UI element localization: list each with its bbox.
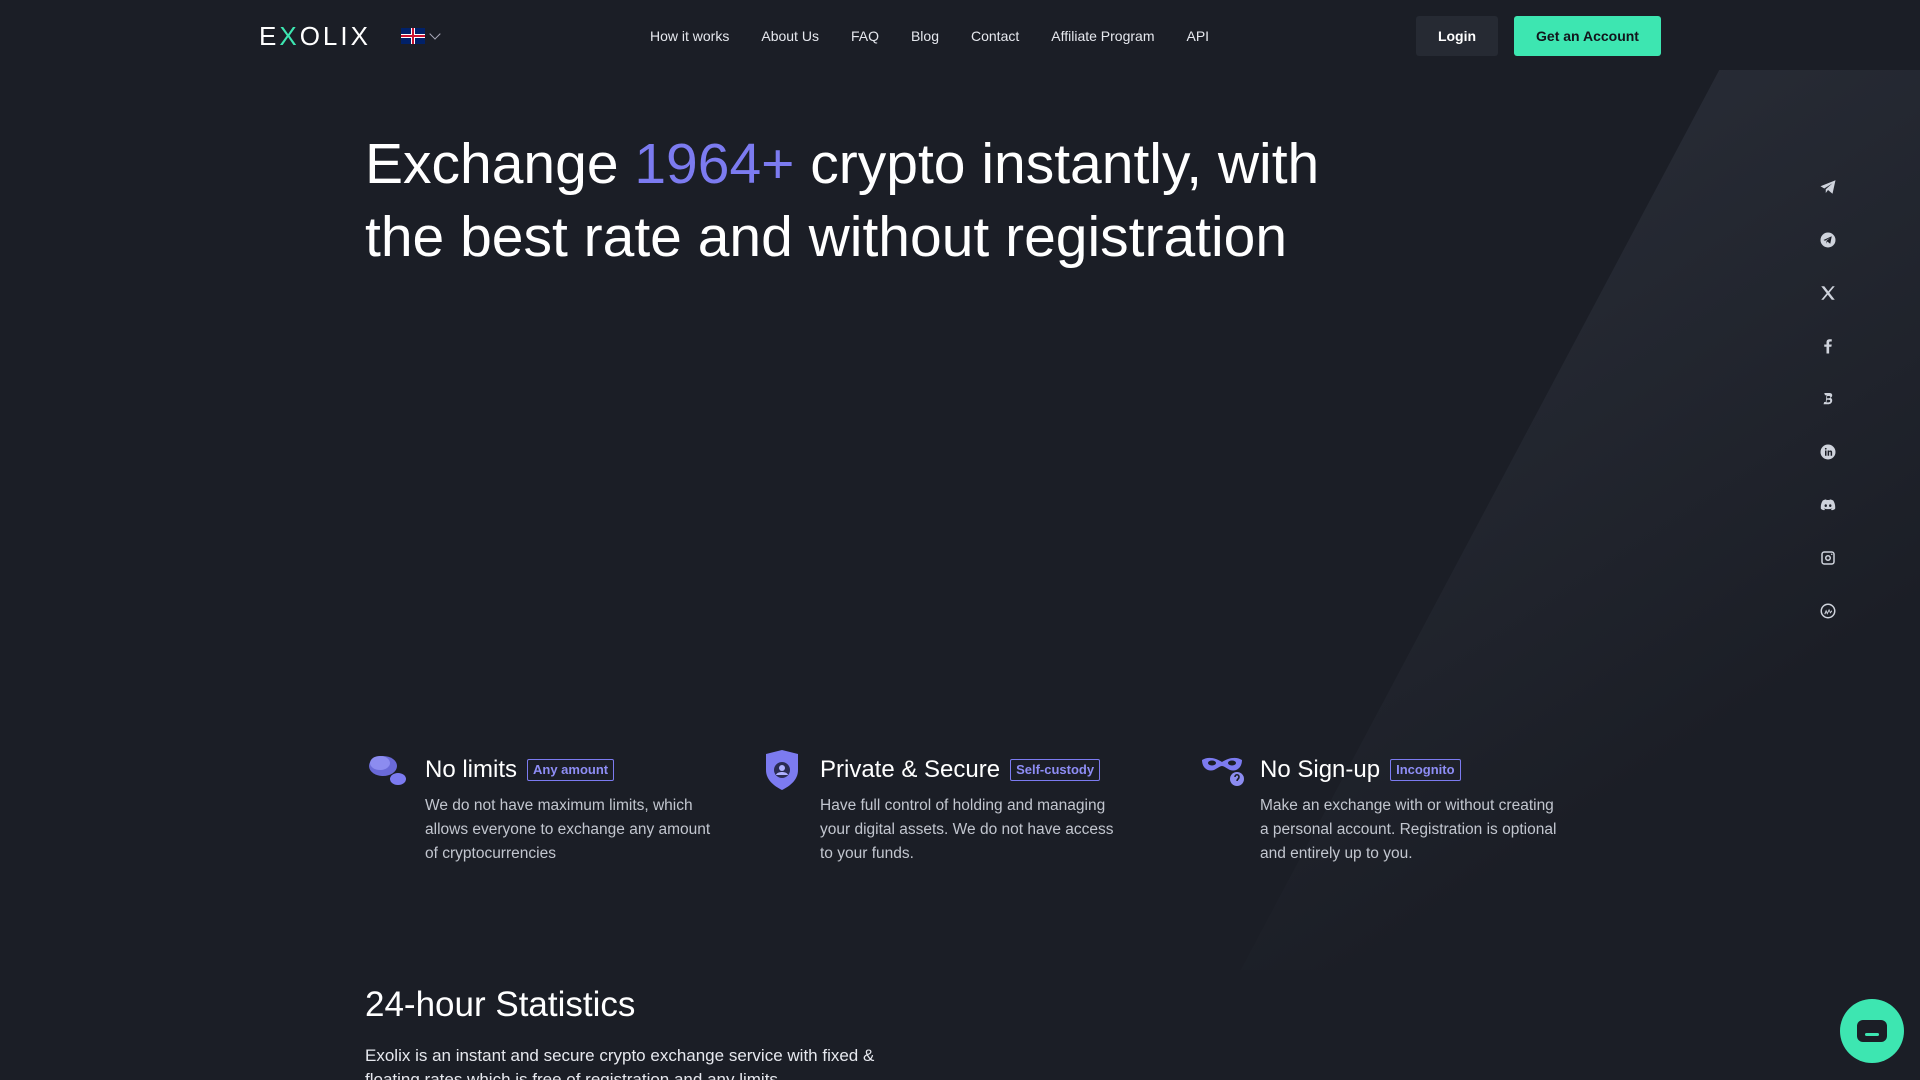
main-nav: How it works About Us FAQ Blog Contact A…	[650, 16, 1209, 56]
coins-icon	[369, 756, 406, 785]
coin-count: 1964+	[634, 132, 795, 196]
login-button[interactable]: Login	[1416, 16, 1498, 56]
linkedin-icon[interactable]	[1816, 440, 1840, 464]
logo[interactable]: EXOLIX	[259, 21, 371, 52]
feature-description: Make an exchange with or without creatin…	[1260, 797, 1557, 862]
hero-title: Exchange 1964+ crypto instantly, with th…	[365, 132, 1320, 269]
feature-description: Have full control of holding and managin…	[820, 797, 1114, 862]
shield-icon	[766, 750, 798, 790]
nav-contact[interactable]: Contact	[971, 28, 1019, 44]
nav-about-us[interactable]: About Us	[761, 28, 819, 44]
feature-description: We do not have maximum limits, which all…	[425, 797, 711, 862]
feature-title: Private & Secure	[820, 756, 1001, 783]
instagram-icon[interactable]	[1816, 546, 1840, 570]
feature-title: No Sign-up	[1260, 756, 1381, 783]
feature-badge: Self-custody	[1010, 759, 1101, 781]
feature-badge: Incognito	[1390, 759, 1461, 781]
header: EXOLIX How it works About Us FAQ Blog Co…	[259, 16, 1661, 56]
get-account-button[interactable]: Get an Account	[1514, 16, 1661, 56]
nav-affiliate-program[interactable]: Affiliate Program	[1051, 28, 1154, 44]
bitcointalk-icon[interactable]	[1816, 387, 1840, 411]
nav-how-it-works[interactable]: How it works	[650, 28, 729, 44]
chat-icon	[1857, 1020, 1887, 1042]
nav-faq[interactable]: FAQ	[851, 28, 879, 44]
nav-blog[interactable]: Blog	[911, 28, 939, 44]
chevron-down-icon	[429, 28, 441, 40]
telegram-icon[interactable]	[1816, 175, 1840, 199]
feature-badge: Any amount	[527, 759, 615, 781]
language-selector[interactable]	[400, 28, 441, 44]
mask-icon	[1202, 757, 1244, 786]
chat-button[interactable]	[1840, 999, 1904, 1063]
feature-title: No limits	[425, 756, 518, 783]
page: EXOLIX How it works About Us FAQ Blog Co…	[0, 0, 1920, 1080]
stats-title: 24-hour Statistics	[365, 985, 636, 1024]
coinmarketcap-icon[interactable]	[1816, 599, 1840, 623]
nav-api[interactable]: API	[1186, 28, 1209, 44]
telegram-chat-icon[interactable]	[1816, 228, 1840, 252]
stats-description: Exolix is an instant and secure crypto e…	[365, 1046, 875, 1080]
social-links	[1816, 175, 1840, 652]
uk-flag-icon	[400, 28, 425, 44]
discord-icon[interactable]	[1816, 493, 1840, 517]
facebook-icon[interactable]	[1816, 334, 1840, 358]
x-icon[interactable]	[1816, 281, 1840, 305]
